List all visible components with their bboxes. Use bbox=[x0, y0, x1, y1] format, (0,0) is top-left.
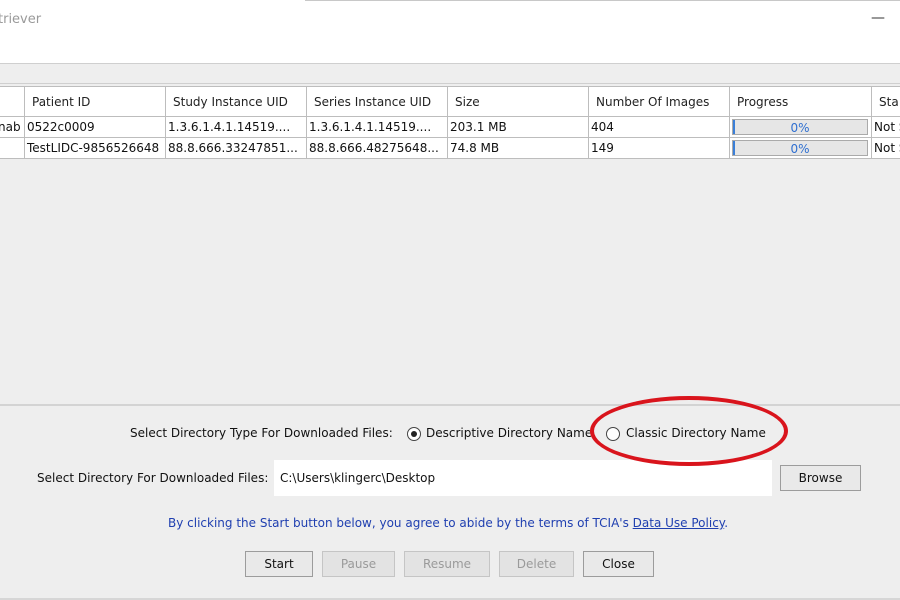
start-button[interactable]: Start bbox=[245, 551, 313, 577]
descriptive-directory-radio[interactable] bbox=[407, 427, 421, 441]
column-header-size[interactable]: Size bbox=[448, 86, 589, 117]
table-cell-progress[interactable]: 0% bbox=[730, 138, 872, 159]
terms-notice: By clicking the Start button below, you … bbox=[168, 516, 728, 530]
table-cell-progress[interactable]: 0% bbox=[730, 117, 872, 138]
column-header-study-uid[interactable]: Study Instance UID bbox=[166, 86, 307, 117]
table-cell-series-uid[interactable]: 1.3.6.1.4.1.14519.... bbox=[307, 117, 448, 138]
progress-percent: 0% bbox=[790, 121, 810, 135]
column-header-series-uid[interactable]: Series Instance UID bbox=[307, 86, 448, 117]
directory-label: Select Directory For Downloaded Files: bbox=[37, 471, 269, 485]
table-cell-number-of-images[interactable]: 404 bbox=[589, 117, 730, 138]
data-use-policy-link[interactable]: Data Use Policy bbox=[633, 516, 725, 530]
table-cell[interactable]: nab bbox=[0, 117, 25, 138]
download-table-area: Patient ID Study Instance UID Series Ins… bbox=[0, 84, 900, 404]
window-title: triever bbox=[0, 12, 42, 27]
directory-path-field[interactable]: C:\Users\klingerc\Desktop bbox=[274, 460, 772, 496]
table-cell-study-uid[interactable]: 88.8.666.33247851... bbox=[166, 138, 307, 159]
title-bar-border bbox=[305, 0, 900, 1]
column-header-status[interactable]: Sta bbox=[872, 86, 900, 117]
column-header-progress[interactable]: Progress bbox=[730, 86, 872, 117]
classic-directory-label[interactable]: Classic Directory Name bbox=[626, 426, 766, 440]
table-cell[interactable] bbox=[0, 138, 25, 159]
title-bar: triever — bbox=[0, 0, 900, 63]
classic-directory-radio[interactable] bbox=[606, 427, 620, 441]
terms-notice-text: By clicking the Start button below, you … bbox=[168, 516, 629, 530]
table-cell-patient-id[interactable]: 0522c0009 bbox=[25, 117, 166, 138]
pause-button[interactable]: Pause bbox=[322, 551, 395, 577]
column-header-patient-id[interactable]: Patient ID bbox=[25, 86, 166, 117]
minimize-button[interactable]: — bbox=[868, 8, 888, 28]
table-cell-number-of-images[interactable]: 149 bbox=[589, 138, 730, 159]
table-cell-patient-id[interactable]: TestLIDC-9856526648 bbox=[25, 138, 166, 159]
terms-notice-end: . bbox=[724, 516, 729, 530]
table-cell-size[interactable]: 203.1 MB bbox=[448, 117, 589, 138]
toolbar-strip bbox=[0, 63, 900, 84]
close-button[interactable]: Close bbox=[583, 551, 654, 577]
table-cell-status[interactable]: Not S bbox=[872, 117, 900, 138]
delete-button[interactable]: Delete bbox=[499, 551, 574, 577]
browse-button[interactable]: Browse bbox=[780, 465, 861, 491]
directory-type-label: Select Directory Type For Downloaded Fil… bbox=[130, 426, 393, 440]
table-cell-study-uid[interactable]: 1.3.6.1.4.1.14519.... bbox=[166, 117, 307, 138]
resume-button[interactable]: Resume bbox=[404, 551, 490, 577]
progress-bar: 0% bbox=[732, 140, 868, 156]
table-cell-series-uid[interactable]: 88.8.666.48275648... bbox=[307, 138, 448, 159]
column-header-number-of-images[interactable]: Number Of Images bbox=[589, 86, 730, 117]
table-cell-status[interactable]: Not S bbox=[872, 138, 900, 159]
descriptive-directory-label[interactable]: Descriptive Directory Name bbox=[426, 426, 592, 440]
progress-percent: 0% bbox=[790, 142, 810, 156]
column-header-partial[interactable] bbox=[0, 86, 25, 117]
progress-bar: 0% bbox=[732, 119, 868, 135]
download-options-panel: Select Directory Type For Downloaded Fil… bbox=[0, 406, 900, 600]
table-cell-size[interactable]: 74.8 MB bbox=[448, 138, 589, 159]
